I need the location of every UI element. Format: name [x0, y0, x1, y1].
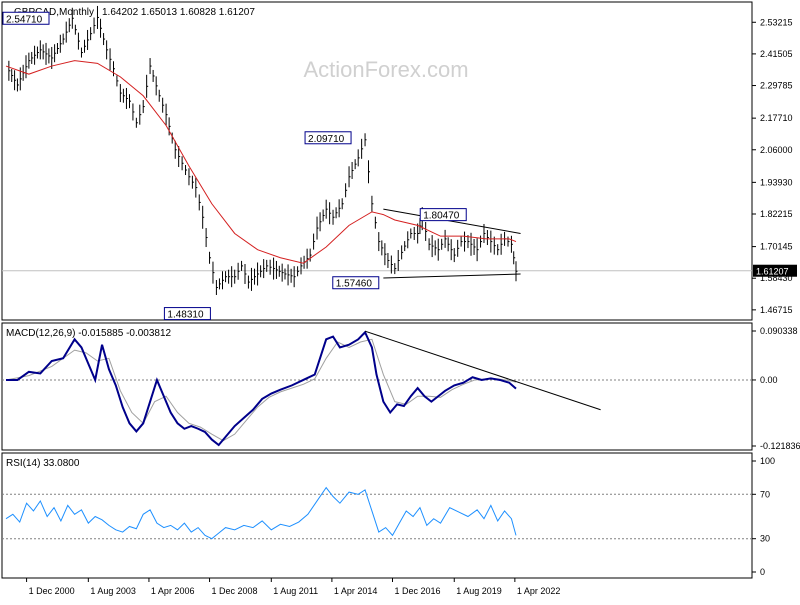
sma-line [5, 60, 517, 264]
rsi-y-tick-label: 30 [760, 534, 770, 544]
price-y-tick-label: 2.53215 [760, 17, 793, 27]
macd-y-tick-label: 0.090338 [760, 326, 798, 336]
price-y-tick-label: 1.70145 [760, 242, 793, 252]
price-trendline [383, 273, 521, 279]
rsi-line [5, 486, 517, 540]
rsi-y-tick-label: 0 [760, 567, 765, 577]
rsi-panel-frame [1, 452, 753, 579]
x-tick-label: 1 Aug 2003 [90, 586, 136, 596]
grid-layer [2, 270, 752, 540]
price-annotation-label: 1.48310 [167, 310, 204, 321]
macd-y-tick-label: 0.00 [760, 375, 778, 385]
price-y-tick-label: 1.82215 [760, 209, 793, 219]
annotation-layer: 2.54710 2.09710 1.80470 1.57460 1.48310 [2, 11, 601, 411]
x-tick-label: 1 Aug 2011 [273, 586, 318, 596]
x-tick-label: 1 Apr 2006 [151, 586, 195, 596]
chart-container: ActionForex.com GBPCAD,Monthly 1.64202 1… [0, 0, 800, 600]
watermark: ActionForex.com [303, 57, 468, 82]
series-layer [5, 5, 518, 540]
macd-trendline [364, 330, 601, 411]
price-header-ohlc: 1.64202 1.65013 1.60828 1.61207 [102, 7, 255, 18]
price-y-tick-label: 2.17710 [760, 113, 793, 123]
x-tick-label: 1 Apr 2022 [517, 586, 561, 596]
price-y-tick-label: 2.29785 [760, 81, 793, 91]
price-annotation-label: 1.80470 [423, 211, 460, 222]
price-y-tick-label: 2.41505 [760, 49, 793, 59]
macd-y-tick-label: -0.121836 [760, 441, 800, 451]
chart-svg: ActionForex.com GBPCAD,Monthly 1.64202 1… [1, 1, 800, 596]
price-y-tick-label: 2.06000 [760, 145, 793, 155]
macd-line [6, 330, 517, 447]
price-panel-frame [1, 1, 753, 321]
macd-signal-line [5, 338, 517, 442]
x-tick-label: 1 Dec 2000 [29, 586, 75, 596]
macd-header: MACD(12,26,9) -0.015885 -0.003812 [6, 328, 172, 339]
price-annotation-label: 2.09710 [308, 134, 345, 145]
price-y-tick-label: 1.46715 [760, 305, 793, 315]
x-tick-label: 1 Apr 2014 [334, 586, 378, 596]
rsi-y-tick-label: 70 [760, 489, 770, 499]
rsi-y-tick-label: 100 [760, 456, 775, 466]
price-y-tick-label: 1.93930 [760, 177, 793, 187]
x-tick-label: 1 Aug 2019 [456, 586, 502, 596]
macd-panel-frame [1, 322, 753, 451]
price-annotation-label: 2.54710 [6, 14, 43, 25]
x-tick-label: 1 Dec 2016 [395, 586, 441, 596]
price-annotation-label: 1.57460 [336, 279, 373, 290]
last-price-label: 1.61207 [756, 267, 789, 277]
rsi-header: RSI(14) 33.0800 [6, 458, 80, 469]
axes-layer: 2.53215 2.41505 2.29785 2.17710 2.06000 1.939… [26, 17, 800, 596]
x-tick-label: 1 Dec 2008 [212, 586, 258, 596]
